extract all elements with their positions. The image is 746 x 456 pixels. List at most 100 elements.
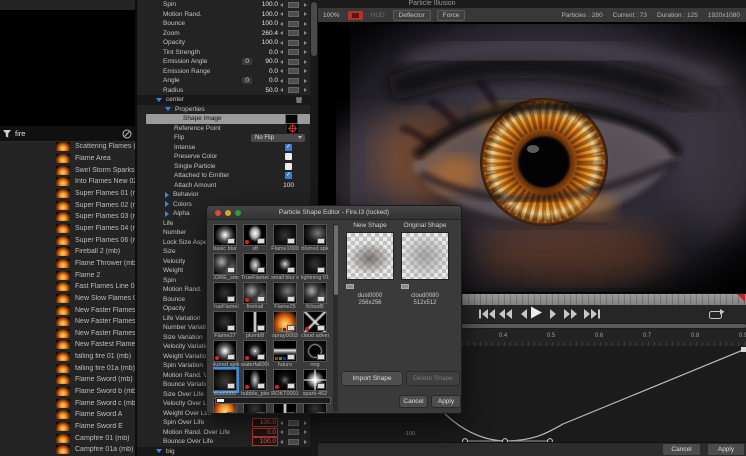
intense-checkbox[interactable]: ✓ <box>285 143 292 151</box>
dialog-minimize-icon[interactable] <box>225 210 231 216</box>
param-value[interactable]: 50.0 <box>265 87 278 94</box>
skip-to-start-button[interactable] <box>478 308 496 320</box>
value-stepper[interactable] <box>280 419 307 426</box>
row-bounce-over-life[interactable]: Bounce Over Life 100.0 <box>137 437 310 447</box>
pre-value[interactable]: 0 <box>242 77 252 85</box>
shape-thumbnail-plumb8[interactable] <box>243 311 267 333</box>
disclosure-down-icon[interactable] <box>156 97 162 102</box>
step-back-button[interactable] <box>517 308 528 320</box>
record-button[interactable] <box>347 10 363 20</box>
value-stepper[interactable] <box>280 20 307 27</box>
keyframe-curve[interactable] <box>419 348 746 442</box>
dialog-cancel-button[interactable]: Cancel <box>399 395 428 408</box>
shape-thumbnail-dust0000[interactable] <box>213 367 239 393</box>
delete-shape-button[interactable]: Delete Shape <box>406 371 460 386</box>
row-single-particle[interactable]: Single Particle <box>137 162 310 172</box>
library-item-super-flames-03-mb[interactable]: Super Flames 03 (mb) <box>0 211 135 223</box>
shape-thumbnail-flame25[interactable] <box>273 282 297 304</box>
library-item-flame-sword-a[interactable]: Flame Sword A <box>0 409 135 421</box>
shape-thumbnail-fcloud5[interactable] <box>303 282 327 304</box>
shape-thumbnail-firetrail[interactable] <box>243 282 267 304</box>
value-stepper[interactable] <box>280 49 307 56</box>
shape-image-swatch[interactable] <box>285 113 298 124</box>
apply-button[interactable]: Apply <box>708 444 744 455</box>
row-emission-range[interactable]: Emission Range 0.0 <box>137 67 310 77</box>
value-stepper[interactable] <box>280 58 307 65</box>
search-input[interactable] <box>13 127 122 140</box>
flip-dropdown[interactable]: No Flip <box>251 133 305 142</box>
shape-thumbnail-trueflame04[interactable] <box>243 253 267 275</box>
row-preserve-color[interactable]: Preserve Color <box>137 152 310 162</box>
library-item-flame-sword-e[interactable]: Flame Sword E <box>0 421 135 433</box>
row-tint-strength[interactable]: Tint Strength 0.0 <box>137 48 310 58</box>
dialog-apply-button[interactable]: Apply <box>431 395 461 408</box>
value-stepper[interactable] <box>280 30 307 37</box>
pre-value[interactable]: 0 <box>242 58 252 66</box>
library-item-fast-flames-line-01-mb[interactable]: Fast Flames Line 01 (mb?) <box>0 281 135 293</box>
library-item-super-flames-01-mb[interactable]: Super Flames 01 (mb) <box>0 188 135 200</box>
row-behavior[interactable]: Behavior <box>137 190 310 200</box>
shape-thumbnail-trueflame7[interactable] <box>213 282 237 304</box>
import-shape-button[interactable]: Import Shape <box>341 371 403 386</box>
library-item-falling-fire-01-mb[interactable]: falling fire 01 (mb) <box>0 351 135 363</box>
shape-thumbnail-futuro[interactable] <box>273 340 297 362</box>
hud-toggle[interactable]: HUD <box>371 12 385 19</box>
library-item-super-flames-02-mb[interactable]: Super Flames 02 (mb) <box>0 199 135 211</box>
param-value[interactable]: 100 <box>283 182 294 189</box>
fast-rewind-button[interactable] <box>497 308 513 320</box>
library-item-flame-sword-c-mb[interactable]: Flame Sword c (mb) <box>0 397 135 409</box>
library-item-flame-thrower-mb[interactable]: Flame Thrower (mb) <box>0 258 135 270</box>
library-item-flame-sword-mb[interactable]: Flame Sword (mb) <box>0 374 135 386</box>
param-value[interactable]: 100.0 <box>262 1 278 8</box>
value-stepper[interactable] <box>280 429 307 436</box>
playhead-marker[interactable] <box>737 294 745 302</box>
param-value[interactable]: 90.0 <box>265 58 278 65</box>
shape-thumbnail-flame1000[interactable] <box>273 224 297 246</box>
keyframed-value[interactable]: 0.0 <box>252 427 278 437</box>
row-radius[interactable]: Radius 50.0 <box>137 86 310 96</box>
value-stepper[interactable] <box>280 77 307 84</box>
row-attach-amount[interactable]: Attach Amount 100 <box>137 181 310 191</box>
dialog-traffic-lights[interactable] <box>215 210 241 216</box>
param-value[interactable]: 0.0 <box>269 68 278 75</box>
value-stepper[interactable] <box>280 39 307 46</box>
row-center[interactable]: center <box>137 95 310 105</box>
disclosure-down-icon[interactable] <box>165 107 171 112</box>
param-value[interactable]: 0.0 <box>269 77 278 84</box>
original-shape-thumbnail[interactable] <box>401 232 449 280</box>
new-shape-thumbnail[interactable] <box>346 232 394 280</box>
shape-thumbnail-flame27[interactable] <box>213 311 237 333</box>
disclosure-right-icon[interactable] <box>165 210 169 217</box>
disclosure-down-icon[interactable] <box>156 449 162 454</box>
keyframed-value[interactable]: 100.0 <box>252 437 278 447</box>
param-value[interactable]: 260.4 <box>262 30 278 37</box>
keyframed-value[interactable]: 100.0 <box>252 418 278 428</box>
row-spin[interactable]: Spin 100.0 <box>137 0 310 10</box>
force-button[interactable]: Force <box>436 9 466 21</box>
row-zoom[interactable]: Zoom 260.4 <box>137 29 310 39</box>
row-angle[interactable]: Angle 0 0.0 <box>137 76 310 86</box>
value-stepper[interactable] <box>280 1 307 8</box>
fast-forward-button[interactable] <box>563 308 579 320</box>
shape-thumbnail-lightning-01[interactable] <box>303 253 327 275</box>
value-stepper[interactable] <box>280 87 307 94</box>
library-item-new-faster-flames-01[interactable]: New Faster Flames 01 <box>0 304 135 316</box>
dialog-close-icon[interactable] <box>215 210 221 216</box>
library-item-new-slow-flames-01[interactable]: New Slow Flames 01 <box>0 293 135 305</box>
disclosure-right-icon[interactable] <box>165 201 169 208</box>
row-reference-point[interactable]: Reference Point <box>137 123 310 134</box>
row-intense[interactable]: Intense ✓ <box>137 143 310 153</box>
library-item-campfire-01a-mb[interactable]: Campfire 01a (mb) <box>0 444 135 456</box>
shape-thumbnail-spark-462[interactable] <box>303 369 327 391</box>
reference-point-icon[interactable] <box>287 123 298 133</box>
library-item-new-fastest-flames-01-mb[interactable]: New Fastest Flames 01 (mb+) <box>0 339 135 351</box>
row-attached-to-emitter[interactable]: Attached to Emitter ✓ <box>137 171 310 181</box>
library-item-into-flames-new-02-mb[interactable]: Into Flames New 02 (mb) <box>0 176 135 188</box>
library-item-campfire-01-mb[interactable]: Campfire 01 (mb) <box>0 432 135 444</box>
row-bounce[interactable]: Bounce 100.0 <box>137 19 310 29</box>
value-stepper[interactable] <box>280 68 307 75</box>
shape-thumbnail-basic-blur[interactable] <box>213 224 237 246</box>
library-item-flame-area[interactable]: Flame Area <box>0 153 135 165</box>
skip-to-end-button[interactable] <box>583 308 601 320</box>
shape-thumbnail-rokt0001[interactable] <box>273 369 297 391</box>
